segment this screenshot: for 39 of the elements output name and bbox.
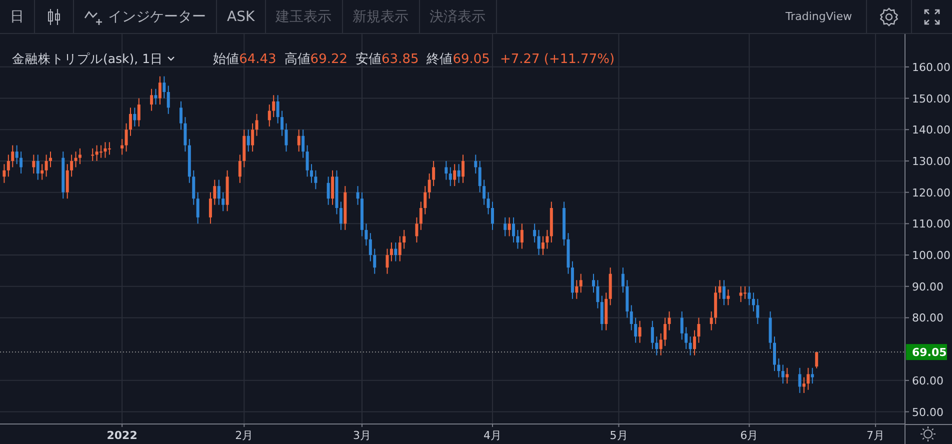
last-price-tag: 69.05 [906,344,947,360]
price-axis-label: 150.00 [912,92,950,106]
settings-icon [879,6,899,26]
time-axis-label: 7月 [866,429,885,442]
time-axis-label: 4月 [484,429,502,442]
sun-icon[interactable] [920,426,936,442]
price-axis-label: 60.00 [912,374,944,388]
ohlc-value: 64.43 [239,52,276,66]
time-axis-label: 2月 [235,429,254,442]
price-axis-label: 160.00 [912,60,950,74]
toolbar-button[interactable]: ASK [217,0,266,33]
indicator-button[interactable]: インジケーター [74,0,217,33]
price-axis-label: 120.00 [912,186,950,200]
symbol-title[interactable]: 金融株トリプル(ask), 1日 [12,50,164,68]
ohlc-value: 69.05 [452,52,490,66]
ohlc-label: 終値 [426,51,453,68]
price-axis-label: 100.00 [912,249,950,262]
time-axis-label: 3月 [353,429,371,442]
price-axis-label: 140.00 [912,124,950,137]
ohlc-value: 69.22 [310,52,348,66]
price-axis-label: 130.00 [912,154,950,168]
ohlc-value: 63.85 [382,52,419,66]
price-axis-label: 80.00 [912,312,944,325]
change-value: +7.27 (+11.77%) [500,52,615,66]
ohlc-label: 安値 [356,51,382,68]
time-axis-label: 5月 [610,429,628,442]
time-axis-label: 6月 [740,429,758,442]
brand-label: TradingView [786,10,852,23]
toolbar-button[interactable]: 日 [0,0,35,33]
chevron-down-icon[interactable] [167,56,176,62]
ref-line-label: 69.05 [912,346,947,360]
fullscreen-icon [924,8,940,24]
ohlc-label: 始値 [213,51,240,68]
ohlc-label: 高値 [284,51,310,68]
time-axis-label: 2022 [106,429,138,442]
price-axis-label: 90.00 [912,280,944,294]
price-axis-label: 110.00 [912,218,950,231]
candlestick-icon [47,8,61,26]
price-axis-label: 50.00 [912,406,944,419]
